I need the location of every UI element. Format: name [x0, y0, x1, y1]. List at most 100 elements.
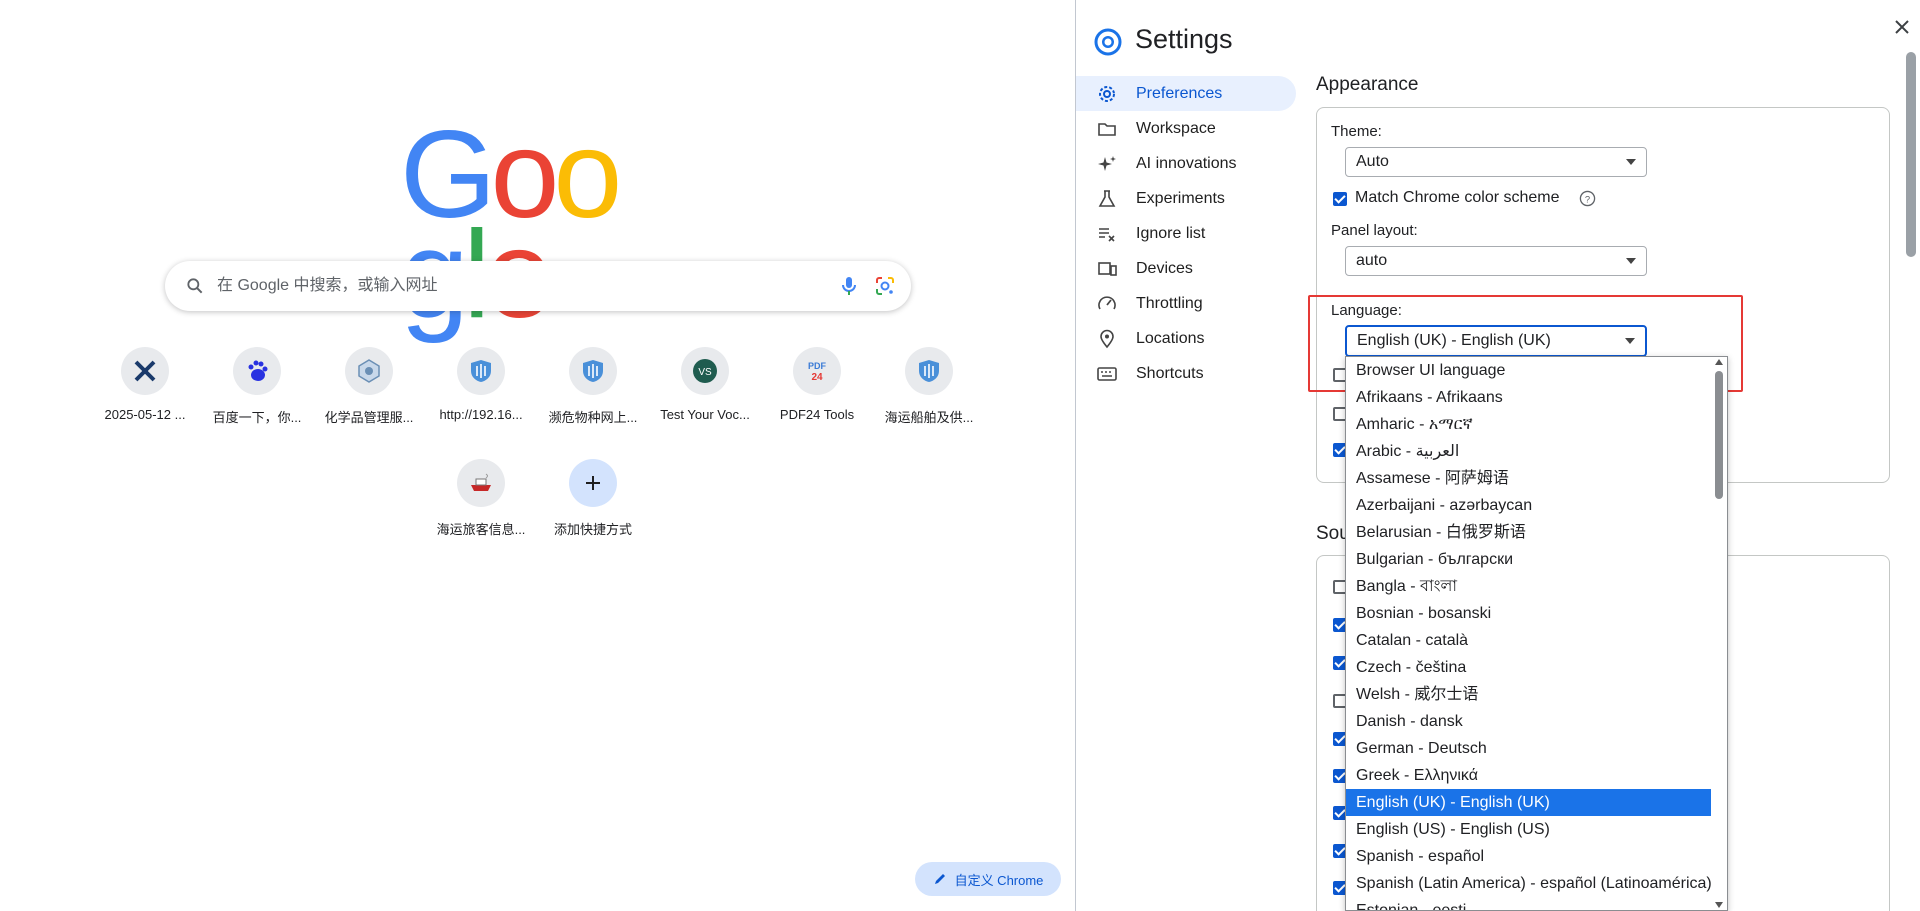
- nav-item-preferences[interactable]: Preferences: [1076, 76, 1296, 111]
- language-option[interactable]: Azerbaijani - azərbaycan: [1346, 492, 1713, 519]
- language-label: Language:: [1331, 302, 1402, 319]
- chrome-devtools-logo-icon: [1094, 28, 1122, 56]
- search-input[interactable]: [217, 261, 777, 311]
- nav-item-experiments[interactable]: Experiments: [1076, 181, 1296, 216]
- add-shortcut-button[interactable]: 添加快捷方式: [537, 455, 649, 555]
- google-lens-icon[interactable]: [873, 274, 897, 298]
- language-option[interactable]: Afrikaans - Afrikaans: [1346, 384, 1713, 411]
- search-box[interactable]: [165, 261, 911, 311]
- nav-label: AI innovations: [1136, 154, 1237, 172]
- language-option[interactable]: Bulgarian - български: [1346, 546, 1713, 573]
- blue-shield-icon: [905, 347, 953, 395]
- keyboard-icon: [1097, 367, 1117, 381]
- svg-text:PDF: PDF: [808, 361, 827, 371]
- search-icon: [187, 278, 203, 294]
- nav-item-shortcuts[interactable]: Shortcuts: [1076, 356, 1296, 391]
- shortcut-tile[interactable]: 濒危物种网上...: [537, 343, 649, 443]
- nav-label: Devices: [1136, 259, 1193, 277]
- scroll-up-arrow-icon[interactable]: [1715, 359, 1723, 365]
- theme-select-value: Auto: [1356, 153, 1389, 170]
- close-icon[interactable]: [1891, 16, 1913, 38]
- ship-icon: [457, 459, 505, 507]
- shortcut-tile[interactable]: http://192.16...: [425, 343, 537, 443]
- theme-select[interactable]: Auto: [1345, 147, 1647, 177]
- chevron-down-icon: [1626, 159, 1636, 165]
- folder-icon: [1098, 123, 1116, 136]
- flask-icon: [1098, 190, 1116, 207]
- language-select-value: English (UK) - English (UK): [1357, 332, 1551, 349]
- crossed-tools-icon: [121, 347, 169, 395]
- panel-layout-select-value: auto: [1356, 252, 1388, 269]
- nav-item-throttling[interactable]: Throttling: [1076, 286, 1296, 321]
- language-option[interactable]: Welsh - 威尔士语: [1346, 681, 1713, 708]
- shortcut-tile[interactable]: VS Test Your Voc...: [649, 343, 761, 443]
- nav-label: Experiments: [1136, 189, 1225, 207]
- language-option[interactable]: Danish - dansk: [1346, 708, 1713, 735]
- shortcut-tile[interactable]: 2025-05-12 ...: [89, 343, 201, 443]
- language-dropdown-list[interactable]: Browser UI language Afrikaans - Afrikaans…: [1345, 356, 1728, 911]
- language-option[interactable]: Estonian - eesti: [1346, 897, 1713, 910]
- shortcut-tile[interactable]: 海运旅客信息...: [425, 455, 537, 555]
- google-logo: Google: [400, 106, 622, 337]
- devices-icon: [1098, 262, 1117, 276]
- appearance-section-title: Appearance: [1316, 74, 1419, 95]
- shortcut-label: 濒危物种网上...: [548, 410, 638, 425]
- nav-label: Throttling: [1136, 294, 1203, 312]
- theme-label: Theme:: [1331, 123, 1382, 140]
- shortcut-tile[interactable]: PDF 24 PDF24 Tools: [761, 343, 873, 443]
- settings-title: Settings: [1135, 24, 1233, 54]
- dropdown-scrollbar[interactable]: [1711, 357, 1727, 910]
- shortcut-tile[interactable]: 百度一下，你...: [201, 343, 313, 443]
- language-option[interactable]: Browser UI language: [1346, 357, 1713, 384]
- blue-shield-icon: [457, 347, 505, 395]
- language-option[interactable]: Amharic - አማርኛ: [1346, 411, 1713, 438]
- match-color-label: Match Chrome color scheme: [1355, 189, 1560, 206]
- baidu-paw-icon: [233, 347, 281, 395]
- nav-item-locations[interactable]: Locations: [1076, 321, 1296, 356]
- list-x-icon: [1099, 228, 1115, 242]
- pin-icon: [1100, 329, 1114, 349]
- nav-item-devices[interactable]: Devices: [1076, 251, 1296, 286]
- language-option[interactable]: Greek - Ελληνικά: [1346, 762, 1713, 789]
- svg-text:?: ?: [1585, 194, 1590, 205]
- language-select[interactable]: English (UK) - English (UK): [1345, 325, 1647, 357]
- nav-label: Locations: [1136, 329, 1205, 347]
- language-option[interactable]: English (US) - English (US): [1346, 816, 1713, 843]
- help-icon[interactable]: ?: [1579, 190, 1596, 207]
- blue-shield-icon: [569, 347, 617, 395]
- gear-icon: [1099, 86, 1115, 102]
- shortcut-tile[interactable]: 化学品管理服...: [313, 343, 425, 443]
- language-option[interactable]: Bangla - বাংলা: [1346, 573, 1713, 600]
- vs-globe-icon: VS: [681, 347, 729, 395]
- language-option[interactable]: Arabic - العربية: [1346, 438, 1713, 465]
- language-option[interactable]: Spanish - español: [1346, 843, 1713, 870]
- scroll-down-arrow-icon[interactable]: [1715, 902, 1723, 908]
- panel-layout-label: Panel layout:: [1331, 222, 1418, 239]
- chevron-down-icon: [1625, 338, 1635, 344]
- language-option[interactable]: Bosnian - bosanski: [1346, 600, 1713, 627]
- nav-item-workspace[interactable]: Workspace: [1076, 111, 1296, 146]
- new-tab-page: Google 2025-05-12 ... 百度一下，你..: [0, 0, 1075, 911]
- customize-chrome-label: 自定义 Chrome: [954, 872, 1044, 888]
- settings-scrollbar-thumb[interactable]: [1906, 52, 1916, 257]
- language-option[interactable]: English (UK) - English (UK): [1346, 789, 1713, 816]
- nav-label: Shortcuts: [1136, 364, 1204, 382]
- sparkle-icon: [1098, 156, 1116, 171]
- language-option[interactable]: Czech - čeština: [1346, 654, 1713, 681]
- microphone-icon[interactable]: [837, 274, 861, 298]
- language-option[interactable]: Belarusian - 白俄罗斯语: [1346, 519, 1713, 546]
- customize-chrome-button[interactable]: 自定义 Chrome: [915, 862, 1061, 896]
- nav-item-ai-innovations[interactable]: AI innovations: [1076, 146, 1296, 181]
- language-option[interactable]: Catalan - català: [1346, 627, 1713, 654]
- pdf24-icon: PDF 24: [793, 347, 841, 395]
- shortcut-tile[interactable]: 海运船舶及供...: [873, 343, 985, 443]
- hexagon-badge-icon: [345, 347, 393, 395]
- dropdown-scrollbar-thumb[interactable]: [1715, 371, 1723, 499]
- language-option[interactable]: Assamese - 阿萨姆语: [1346, 465, 1713, 492]
- language-option[interactable]: Spanish (Latin America) - español (Latin…: [1346, 870, 1713, 897]
- language-option[interactable]: German - Deutsch: [1346, 735, 1713, 762]
- panel-layout-select[interactable]: auto: [1345, 246, 1647, 276]
- pencil-icon: [934, 874, 945, 884]
- match-color-checkbox[interactable]: [1333, 192, 1347, 206]
- nav-item-ignore-list[interactable]: Ignore list: [1076, 216, 1296, 251]
